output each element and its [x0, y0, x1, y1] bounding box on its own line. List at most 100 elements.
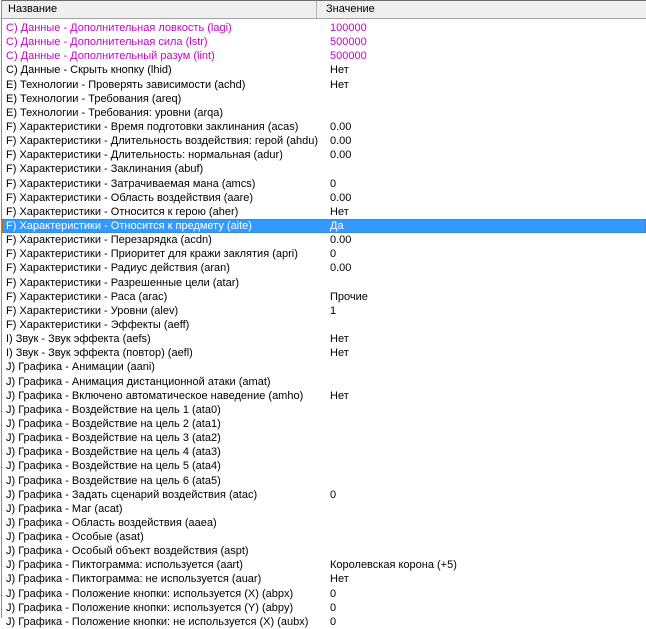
table-row[interactable]: J) Графика - Включено автоматическое нав…	[2, 389, 646, 403]
table-row[interactable]: F) Характеристики - Радиус действия (ara…	[2, 261, 646, 275]
property-name-cell: F) Характеристики - Раса (arac)	[6, 290, 167, 304]
table-row[interactable]: F) Характеристики - Уровни (alev) 1	[2, 304, 646, 318]
table-row[interactable]: J) Графика - Положение кнопки: используе…	[2, 601, 646, 615]
property-value-cell: 500000	[330, 49, 367, 63]
table-row[interactable]: F) Характеристики - Область воздействия …	[2, 191, 646, 205]
property-name-cell: J) Графика - Задать сценарий воздействия…	[6, 488, 257, 502]
property-value-cell: Нет	[330, 63, 349, 77]
property-value-cell: Нет	[330, 389, 349, 403]
table-row[interactable]: J) Графика - Пиктограмма: не используетс…	[2, 572, 646, 586]
property-name-cell: J) Графика - Воздействие на цель 3 (ata2…	[6, 431, 221, 445]
table-row[interactable]: C) Данные - Дополнительная сила (lstr) 50…	[2, 35, 646, 49]
property-value-cell: Нет	[330, 332, 349, 346]
table-row[interactable]: F) Характеристики - Разрешенные цели (at…	[2, 276, 646, 290]
property-value-cell: 0	[330, 488, 336, 502]
object-editor-property-table: Название Значение C) Данные - Дополнител…	[1, 0, 646, 618]
table-row[interactable]: E) Технологии - Требования: уровни (arqa…	[2, 106, 646, 120]
table-row[interactable]: J) Графика - Воздействие на цель 4 (ata3…	[2, 445, 646, 459]
table-row[interactable]: J) Графика - Положение кнопки: не исполь…	[2, 615, 646, 629]
table-row[interactable]: J) Графика - Анимация дистанционной атак…	[2, 375, 646, 389]
table-row[interactable]: F) Характеристики - Эффекты (aeff)	[2, 318, 646, 332]
property-value-cell: Нет	[330, 205, 349, 219]
property-value-cell: Нет	[330, 346, 349, 360]
table-row[interactable]: J) Графика - Воздействие на цель 2 (ata1…	[2, 417, 646, 431]
property-name-cell: I) Звук - Звук эффекта (aefs)	[6, 332, 151, 346]
property-name-cell: E) Технологии - Требования (areq)	[6, 92, 181, 106]
property-name-cell: J) Графика - Анимация дистанционной атак…	[6, 375, 271, 389]
table-row[interactable]: I) Звук - Звук эффекта (повтор) (aefl) Не…	[2, 346, 646, 360]
table-row[interactable]: C) Данные - Дополнительный разум (lint) 5…	[2, 49, 646, 63]
property-name-cell: J) Графика - Включено автоматическое нав…	[6, 389, 303, 403]
table-row[interactable]: J) Графика - Область воздействия (aaea)	[2, 516, 646, 530]
property-value-cell: Нет	[330, 572, 349, 586]
property-value-cell: 100000	[330, 21, 367, 35]
property-name-cell: J) Графика - Положение кнопки: используе…	[6, 601, 293, 615]
property-name-cell: F) Характеристики - Относится к предмету…	[6, 219, 252, 233]
property-name-cell: F) Характеристики - Затрачиваемая мана (…	[6, 177, 255, 191]
column-header-value[interactable]: Значение	[317, 1, 646, 18]
property-name-cell: F) Характеристики - Эффекты (aeff)	[6, 318, 189, 332]
table-row[interactable]: F) Характеристики - Длительность: нормал…	[2, 148, 646, 162]
table-row[interactable]: J) Графика - Задать сценарий воздействия…	[2, 488, 646, 502]
property-name-cell: E) Технологии - Требования: уровни (arqa…	[6, 106, 223, 120]
table-row[interactable]: J) Графика - Воздействие на цель 1 (ata0…	[2, 403, 646, 417]
table-row[interactable]: J) Графика - Анимации (aani)	[2, 360, 646, 374]
table-row[interactable]: J) Графика - Пиктограмма: используется (…	[2, 558, 646, 572]
property-name-cell: J) Графика - Воздействие на цель 1 (ata0…	[6, 403, 221, 417]
property-value-cell: 1	[330, 304, 336, 318]
table-row[interactable]: F) Характеристики - Заклинания (abuf)	[2, 162, 646, 176]
table-row[interactable]: I) Звук - Звук эффекта (aefs) Нет	[2, 332, 646, 346]
table-row[interactable]: F) Характеристики - Время подготовки зак…	[2, 120, 646, 134]
table-row[interactable]: F) Характеристики - Перезарядка (acdn)0.…	[2, 233, 646, 247]
property-name-cell: F) Характеристики - Уровни (alev)	[6, 304, 178, 318]
property-value-cell: 0.00	[330, 134, 351, 148]
table-row[interactable]: F) Характеристики - Затрачиваемая мана (…	[2, 177, 646, 191]
property-value-cell: 0	[330, 177, 336, 191]
property-name-cell: F) Характеристики - Длительность: нормал…	[6, 148, 283, 162]
property-name-cell: J) Графика - Воздействие на цель 4 (ata3…	[6, 445, 221, 459]
table-row[interactable]: C) Данные - Скрыть кнопку (lhid)Нет	[2, 63, 646, 77]
table-row[interactable]: J) Графика - Воздействие на цель 3 (ata2…	[2, 431, 646, 445]
table-row[interactable]: F) Характеристики - Длительность воздейс…	[2, 134, 646, 148]
property-name-cell: C) Данные - Дополнительная ловкость (lag…	[6, 21, 232, 35]
property-name-cell: F) Характеристики - Относится к герою (a…	[6, 205, 238, 219]
table-row[interactable]: J) Графика - Положение кнопки: используе…	[2, 587, 646, 601]
property-value-cell: 0.00	[330, 261, 351, 275]
table-row[interactable]: J) Графика - Особый объект воздействия (…	[2, 544, 646, 558]
table-row[interactable]: J) Графика - Особые (asat)	[2, 530, 646, 544]
table-row[interactable]: F) Характеристики - Относится к предмету…	[2, 219, 646, 233]
property-name-cell: J) Графика - Особые (asat)	[6, 530, 144, 544]
table-row[interactable]: F) Характеристики - Раса (arac)Прочие	[2, 290, 646, 304]
table-row[interactable]: C) Данные - Дополнительная ловкость (lag…	[2, 21, 646, 35]
property-value-cell: Да	[330, 219, 344, 233]
property-name-cell: F) Характеристики - Область воздействия …	[6, 191, 253, 205]
property-name-cell: E) Технологии - Проверять зависимости (a…	[6, 78, 245, 92]
property-name-cell: F) Характеристики - Приоритет для кражи …	[6, 247, 298, 261]
property-name-cell: J) Графика - Анимации (aani)	[6, 360, 155, 374]
table-row[interactable]: F) Характеристики - Относится к герою (a…	[2, 205, 646, 219]
table-row[interactable]: J) Графика - Воздействие на цель 5 (ata4…	[2, 459, 646, 473]
property-name-cell: J) Графика - Воздействие на цель 5 (ata4…	[6, 459, 221, 473]
table-row[interactable]: E) Технологии - Требования (areq)	[2, 92, 646, 106]
column-header-row: Название Значение	[2, 0, 646, 19]
property-value-cell: 0.00	[330, 191, 351, 205]
table-row[interactable]: J) Графика - Маг (acat)	[2, 502, 646, 516]
property-name-cell: I) Звук - Звук эффекта (повтор) (aefl)	[6, 346, 193, 360]
property-name-cell: C) Данные - Дополнительная сила (lstr)	[6, 35, 208, 49]
property-name-cell: J) Графика - Особый объект воздействия (…	[6, 544, 249, 558]
property-rows: C) Данные - Дополнительная ловкость (lag…	[2, 19, 646, 629]
property-name-cell: J) Графика - Положение кнопки: не исполь…	[6, 615, 308, 629]
property-name-cell: J) Графика - Маг (acat)	[6, 502, 123, 516]
property-value-cell: 0.00	[330, 120, 351, 134]
table-row[interactable]: E) Технологии - Проверять зависимости (a…	[2, 78, 646, 92]
property-name-cell: C) Данные - Дополнительный разум (lint)	[6, 49, 215, 63]
property-name-cell: F) Характеристики - Длительность воздейс…	[6, 134, 318, 148]
property-name-cell: J) Графика - Пиктограмма: не используетс…	[6, 572, 261, 586]
table-row[interactable]: J) Графика - Воздействие на цель 6 (ata5…	[2, 474, 646, 488]
column-header-name[interactable]: Название	[2, 1, 317, 18]
table-row[interactable]: F) Характеристики - Приоритет для кражи …	[2, 247, 646, 261]
property-value-cell: 0	[330, 615, 336, 629]
property-name-cell: F) Характеристики - Перезарядка (acdn)	[6, 233, 212, 247]
property-value-cell: 500000	[330, 35, 367, 49]
property-name-cell: F) Характеристики - Разрешенные цели (at…	[6, 276, 239, 290]
